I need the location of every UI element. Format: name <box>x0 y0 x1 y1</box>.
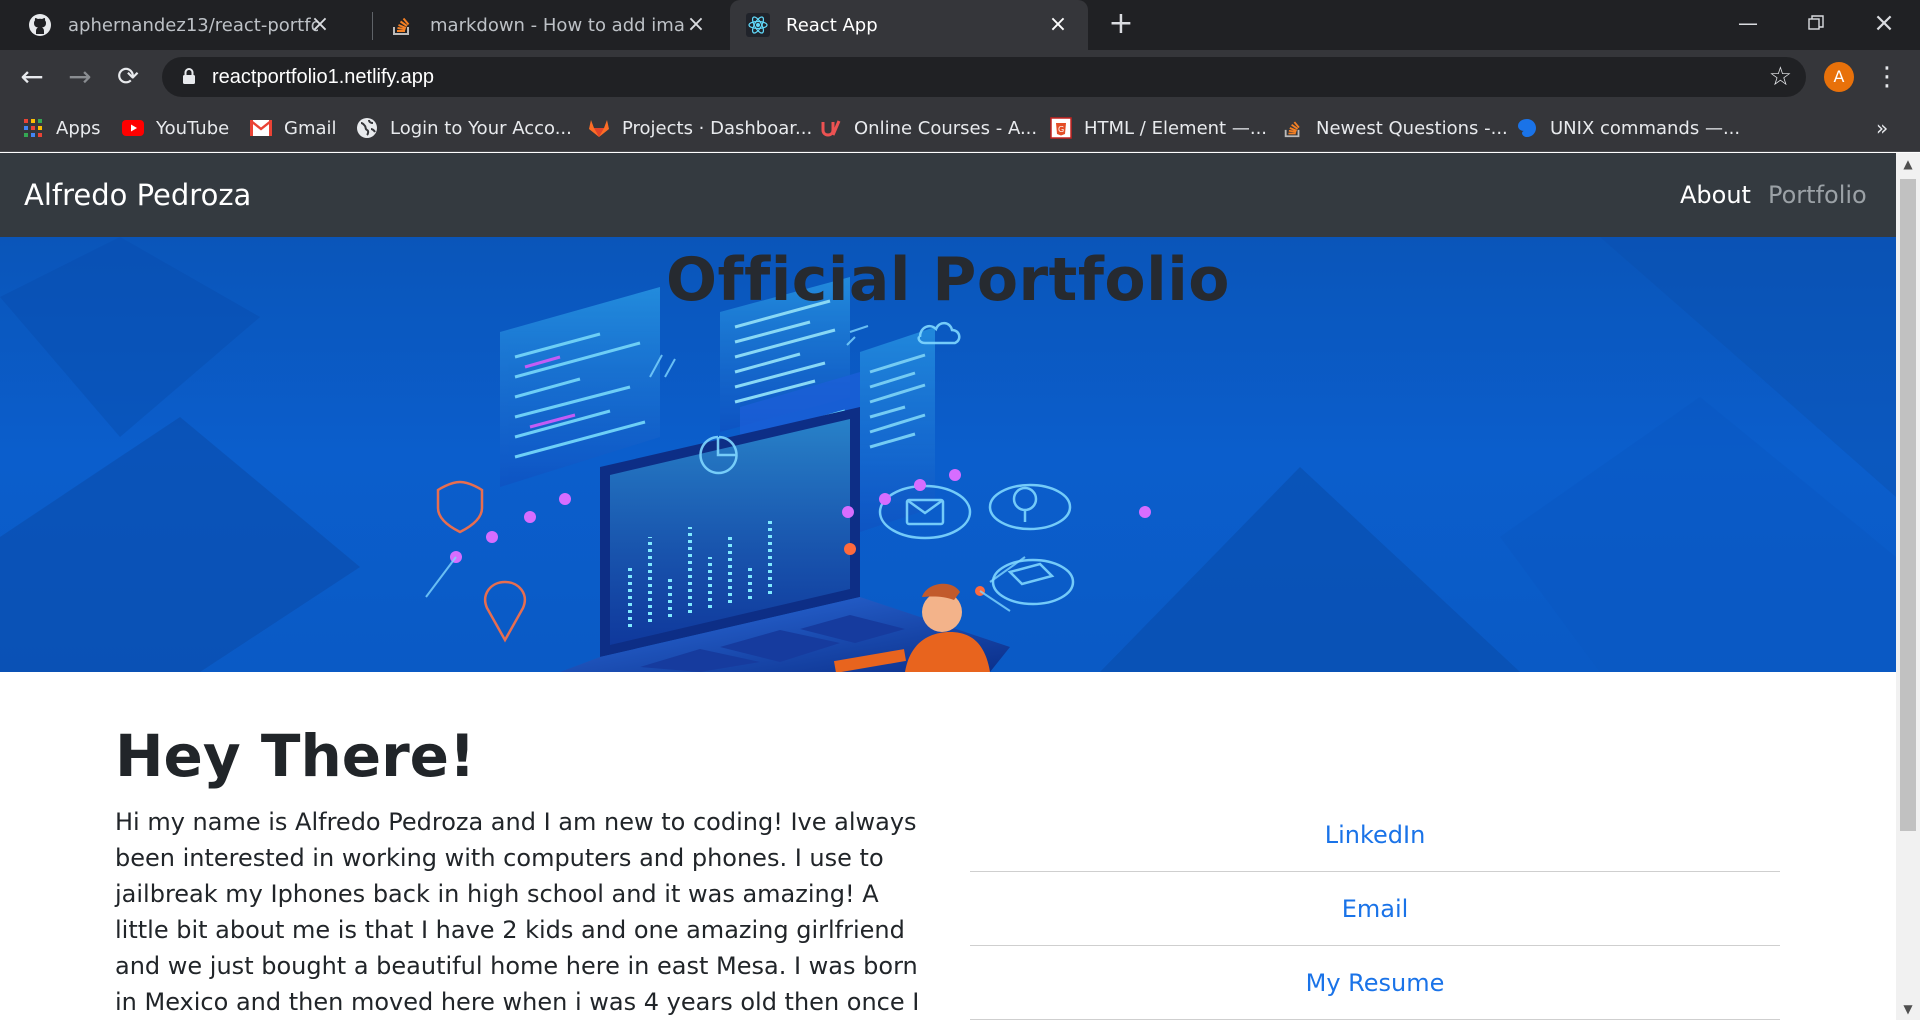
back-icon[interactable]: ← <box>16 61 48 93</box>
udemy-icon <box>820 117 842 139</box>
bookmark-label: Gmail <box>284 117 337 139</box>
email-link[interactable]: Email <box>970 872 1780 946</box>
restore-icon[interactable] <box>1796 8 1836 38</box>
stackoverflow-icon <box>1282 117 1304 139</box>
tab-github[interactable]: aphernandez13/react-portfolio × <box>0 0 350 50</box>
address-bar[interactable]: reactportfolio1.netlify.app ☆ <box>162 57 1806 97</box>
tab-separator <box>372 12 373 40</box>
bookmark-login[interactable]: Login to Your Acco... <box>356 104 572 152</box>
bookmark-apps[interactable]: Apps <box>22 104 101 152</box>
gitlab-icon <box>588 117 610 139</box>
page-scrollbar[interactable]: ▲ ▼ <box>1896 153 1920 1020</box>
bookmark-label: Online Courses - A... <box>854 117 1038 139</box>
bookmark-star-icon[interactable]: ☆ <box>1769 61 1792 93</box>
bookmarks-bar: Apps YouTube Gmail Login to Your Acco...… <box>0 104 1920 152</box>
hero-banner: Official Portfolio <box>0 237 1896 672</box>
bookmarks-overflow-icon[interactable]: » <box>1876 104 1888 152</box>
page-viewport: Alfredo Pedroza About Portfolio Official… <box>0 153 1896 1020</box>
tab-stackoverflow[interactable]: markdown - How to add images × <box>374 0 726 50</box>
scroll-up-icon[interactable]: ▲ <box>1896 153 1920 175</box>
bookmark-gitlab[interactable]: Projects · Dashboar... <box>588 104 812 152</box>
bio-paragraph: Hi my name is Alfredo Pedroza and I am n… <box>115 808 920 1016</box>
svg-text:G: G <box>1058 125 1064 134</box>
linkedin-link[interactable]: LinkedIn <box>970 798 1780 872</box>
profile-avatar[interactable]: A <box>1824 62 1854 92</box>
close-tab-icon[interactable]: × <box>684 13 708 37</box>
contact-links-list: LinkedIn Email My Resume <box>970 798 1780 1020</box>
globe-icon <box>356 117 378 139</box>
bookmark-label: Newest Questions -... <box>1316 117 1508 139</box>
hero-title: Official Portfolio <box>666 245 1230 315</box>
close-tab-icon[interactable]: × <box>308 13 332 37</box>
bookmark-unix-commands[interactable]: UNIX commands —... <box>1516 104 1740 152</box>
apps-grid-icon <box>22 117 44 139</box>
bookmark-gmail[interactable]: Gmail <box>250 104 337 152</box>
browser-menu-icon[interactable]: ⋮ <box>1874 60 1900 94</box>
bookmark-label: UNIX commands —... <box>1550 117 1741 139</box>
nav-link-portfolio[interactable]: Portfolio <box>1768 153 1867 237</box>
github-icon <box>28 13 52 37</box>
forward-icon[interactable]: → <box>64 61 96 93</box>
site-brand[interactable]: Alfredo Pedroza <box>24 153 251 237</box>
lock-icon <box>182 68 196 85</box>
stackoverflow-icon <box>390 13 414 37</box>
about-section: Hey There! Hi my name is Alfredo Pedroza… <box>0 672 1896 1020</box>
tab-title: aphernandez13/react-portfolio <box>68 14 318 36</box>
site-navbar: Alfredo Pedroza About Portfolio <box>0 153 1896 237</box>
greeting-heading: Hey There! <box>115 722 476 790</box>
nav-link-about[interactable]: About <box>1680 153 1751 237</box>
bookmark-label: Projects · Dashboar... <box>622 117 813 139</box>
tab-title: React App <box>786 14 878 36</box>
bookmark-label: YouTube <box>156 117 230 139</box>
bookmark-label: HTML / Element —... <box>1084 117 1268 139</box>
bookmark-label: Login to Your Acco... <box>390 117 572 139</box>
minimize-icon[interactable]: — <box>1728 8 1768 38</box>
reload-icon[interactable]: ⟳ <box>112 61 144 93</box>
gmail-icon <box>250 117 272 139</box>
html-icon: G <box>1050 117 1072 139</box>
tab-title: markdown - How to add images <box>430 14 684 36</box>
react-icon <box>746 13 770 37</box>
bookmark-udemy[interactable]: Online Courses - A... <box>820 104 1037 152</box>
url-text: reactportfolio1.netlify.app <box>212 66 434 88</box>
tab-react-app[interactable]: React App × <box>730 0 1088 50</box>
tab-strip: aphernandez13/react-portfolio × markdown… <box>0 0 1920 50</box>
new-tab-button[interactable]: + <box>1106 9 1136 40</box>
close-tab-icon[interactable]: × <box>1046 13 1070 37</box>
bookmark-label: Apps <box>56 117 101 139</box>
browser-toolbar: ← → ⟳ reactportfolio1.netlify.app ☆ A ⋮ <box>0 50 1920 104</box>
resume-link[interactable]: My Resume <box>970 946 1780 1020</box>
scroll-down-icon[interactable]: ▼ <box>1896 998 1920 1020</box>
youtube-icon <box>122 117 144 139</box>
bookmark-html-element[interactable]: G HTML / Element —... <box>1050 104 1267 152</box>
close-window-icon[interactable]: × <box>1864 8 1904 38</box>
unix-icon <box>1516 117 1538 139</box>
bookmark-newest-questions[interactable]: Newest Questions -... <box>1282 104 1508 152</box>
scrollbar-thumb[interactable] <box>1900 179 1916 831</box>
bookmark-youtube[interactable]: YouTube <box>122 104 229 152</box>
